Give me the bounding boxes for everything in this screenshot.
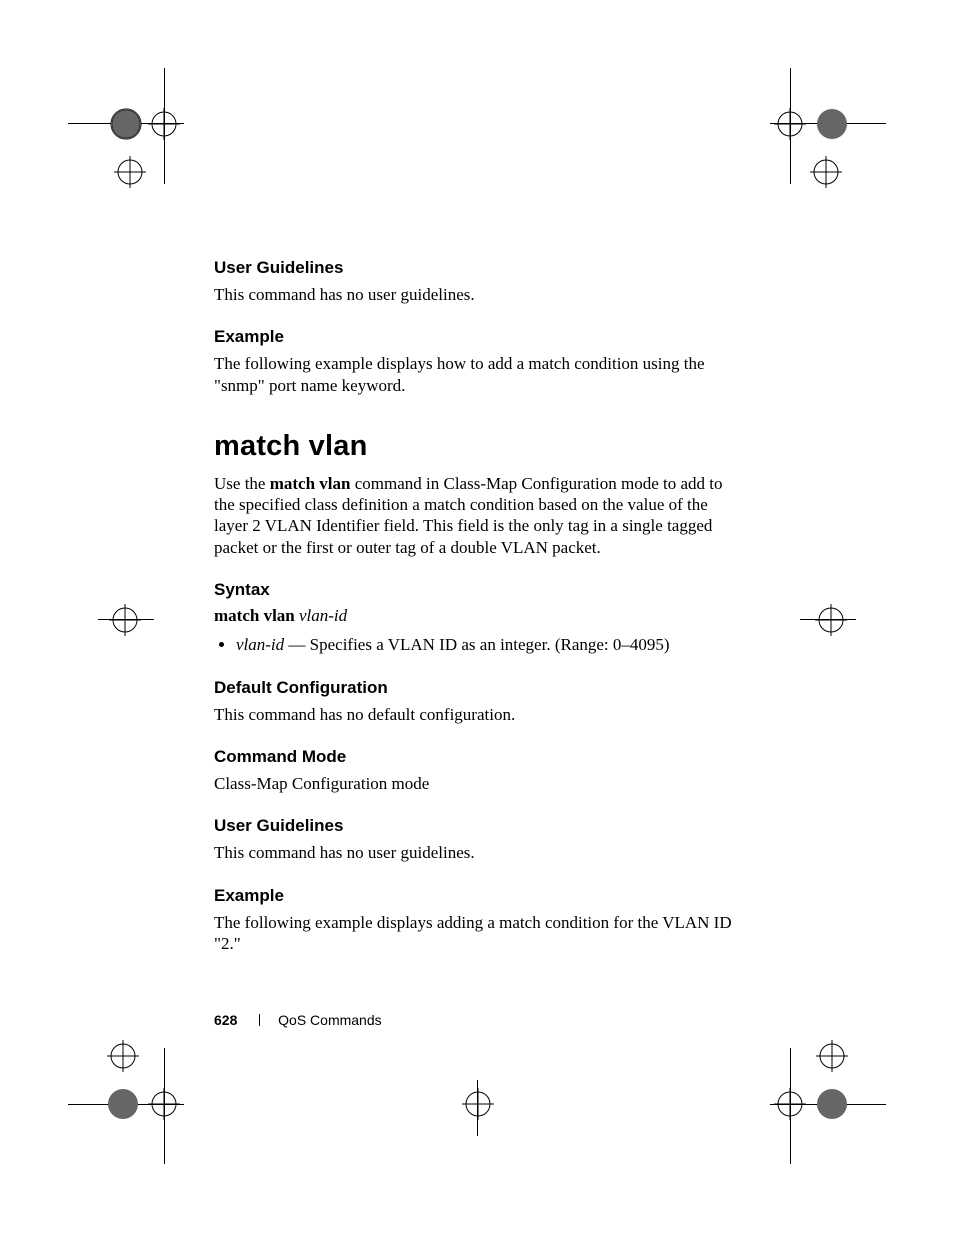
intro-cmd: match vlan <box>270 474 351 493</box>
text-default-config: This command has no default configuratio… <box>214 704 734 725</box>
heading-example-1: Example <box>214 327 734 347</box>
param-name: vlan-id <box>236 635 284 654</box>
crop-mark-icon <box>814 1086 850 1122</box>
crop-mark-icon <box>148 1088 180 1120</box>
crop-mark-icon <box>462 1088 494 1120</box>
heading-user-guidelines-1: User Guidelines <box>214 258 734 278</box>
crop-mark-icon <box>816 1040 848 1072</box>
text-user-guidelines-2: This command has no user guidelines. <box>214 842 734 863</box>
heading-user-guidelines-2: User Guidelines <box>214 816 734 836</box>
crop-mark-icon <box>810 156 842 188</box>
text-user-guidelines-1: This command has no user guidelines. <box>214 284 734 305</box>
command-intro: Use the match vlan command in Class-Map … <box>214 473 734 558</box>
heading-example-2: Example <box>214 886 734 906</box>
crop-mark-icon <box>774 108 806 140</box>
crop-mark-icon <box>105 1086 141 1122</box>
crop-mark-icon <box>148 108 180 140</box>
param-desc: — Specifies a VLAN ID as an integer. (Ra… <box>284 635 669 654</box>
crop-mark-icon <box>774 1088 806 1120</box>
crop-mark-icon <box>108 106 144 142</box>
text-command-mode: Class-Map Configuration mode <box>214 773 734 794</box>
heading-command-mode: Command Mode <box>214 747 734 767</box>
param-item: vlan-id — Specifies a VLAN ID as an inte… <box>236 634 734 656</box>
heading-default-config: Default Configuration <box>214 678 734 698</box>
syntax-arg: vlan-id <box>299 606 347 625</box>
syntax-line: match vlan vlan-id <box>214 606 734 626</box>
crop-mark-icon <box>109 604 141 636</box>
text-example-2: The following example displays adding a … <box>214 912 734 955</box>
intro-prefix: Use the <box>214 474 270 493</box>
page: User Guidelines This command has no user… <box>0 0 954 1235</box>
heading-syntax: Syntax <box>214 580 734 600</box>
command-title: match vlan <box>214 430 734 463</box>
content-area: User Guidelines This command has no user… <box>214 258 734 976</box>
text-example-1: The following example displays how to ad… <box>214 353 734 396</box>
crop-mark-icon <box>107 1040 139 1072</box>
footer-section: QoS Commands <box>278 1012 381 1028</box>
crop-mark-icon <box>814 106 850 142</box>
page-footer: 628 QoS Commands <box>214 1012 382 1028</box>
syntax-cmd: match vlan <box>214 606 295 625</box>
param-list: vlan-id — Specifies a VLAN ID as an inte… <box>236 634 734 656</box>
crop-mark-icon <box>815 604 847 636</box>
page-number: 628 <box>214 1012 237 1028</box>
footer-divider <box>259 1014 260 1026</box>
crop-mark-icon <box>114 156 146 188</box>
